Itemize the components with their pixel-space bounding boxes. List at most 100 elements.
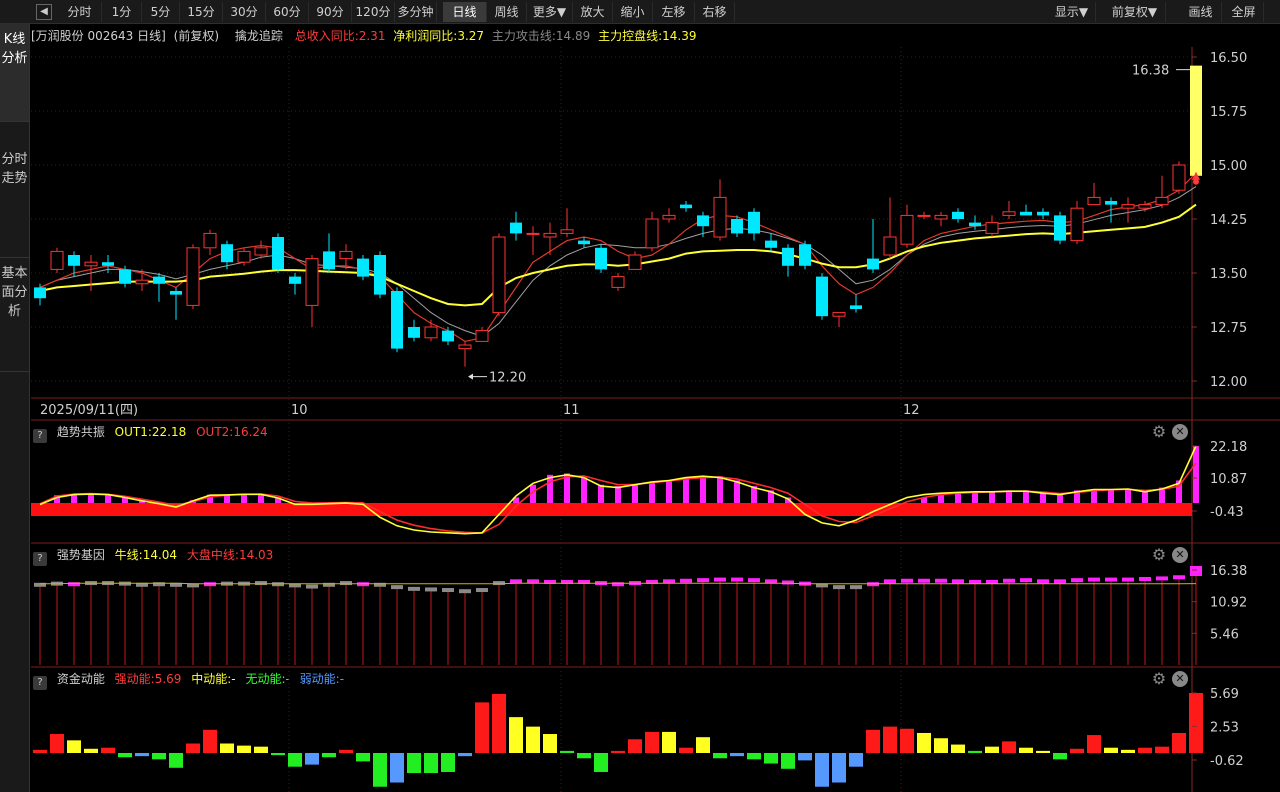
momentum-bar <box>1070 748 1084 753</box>
candle-body <box>424 326 438 339</box>
momentum-bar <box>730 753 744 757</box>
candle-body <box>595 247 607 270</box>
gene-bar <box>884 579 896 584</box>
trend-bar <box>717 476 723 503</box>
gene-bar <box>408 586 420 591</box>
gene-bar <box>306 584 318 589</box>
gene-bar <box>340 581 352 586</box>
candle-body <box>883 236 897 256</box>
low-marker-arrow <box>468 373 473 380</box>
momentum-tick-label: 5.69 <box>1210 687 1239 702</box>
momentum-bar <box>526 726 540 753</box>
candle-body <box>135 279 149 285</box>
momentum-bar <box>900 728 914 753</box>
trend-bar <box>734 480 740 503</box>
price-tick-label: 15.75 <box>1210 105 1247 120</box>
candle-body <box>1020 211 1032 216</box>
candle-body <box>628 254 642 270</box>
momentum-bar <box>713 753 727 759</box>
trend-bar <box>683 477 689 503</box>
momentum-bar <box>866 729 880 753</box>
momentum-bar <box>356 753 370 762</box>
trend-bar <box>105 494 111 503</box>
trend-bar <box>241 494 247 503</box>
candle-body <box>289 276 301 284</box>
momentum-bar <box>424 753 438 774</box>
candle-body <box>305 258 319 306</box>
gene-bar <box>748 578 760 583</box>
chart-canvas[interactable]: 16.50 15.75 15.00 14.25 13.50 12.75 12.00 2025/… <box>0 0 1280 792</box>
momentum-bar <box>917 732 931 753</box>
candle-body <box>934 214 948 220</box>
candle-body <box>170 291 182 295</box>
gene-bar <box>850 585 862 590</box>
candle-body <box>799 244 811 266</box>
momentum-bar <box>1121 749 1135 753</box>
trend-bar <box>1023 490 1029 503</box>
gene-bar <box>1020 578 1032 583</box>
momentum-bar <box>33 749 47 753</box>
candle-body <box>1105 201 1117 205</box>
candle-body <box>84 261 98 267</box>
gene-bar <box>1054 579 1066 584</box>
momentum-bar <box>203 729 217 753</box>
trend-bar <box>88 494 94 503</box>
gene-bar <box>1173 575 1185 580</box>
momentum-bar <box>849 753 863 767</box>
candle-body <box>408 327 420 338</box>
price-tick-label: 14.25 <box>1210 213 1247 228</box>
trend-bar <box>1193 446 1199 503</box>
candle-body <box>1138 204 1152 209</box>
gene-bar <box>952 579 964 584</box>
momentum-bar <box>254 746 268 753</box>
momentum-bar <box>152 753 166 760</box>
candle-body <box>969 222 981 227</box>
momentum-bar <box>305 753 319 765</box>
gene-bar <box>782 580 794 585</box>
candle-body <box>458 344 472 350</box>
trend-bar <box>598 484 604 503</box>
candle-body <box>560 229 574 234</box>
momentum-bar <box>543 734 557 753</box>
candle-body <box>697 215 709 227</box>
trend-bar <box>632 484 638 503</box>
momentum-bar <box>968 750 982 753</box>
zero-band <box>31 503 1192 516</box>
momentum-bar <box>390 753 404 783</box>
limit-up-bar <box>1190 65 1202 176</box>
gene-bar <box>1139 577 1151 582</box>
momentum-bar <box>288 753 302 767</box>
candle-body <box>662 214 676 220</box>
candle-body <box>1121 204 1135 209</box>
trend-tick-label: 10.87 <box>1210 472 1247 487</box>
gene-bar <box>1071 578 1083 583</box>
momentum-bar <box>101 747 115 753</box>
momentum-tick-label: 2.53 <box>1210 720 1239 735</box>
date-label: 2025/09/11(四) <box>40 403 138 418</box>
gene-bar <box>935 578 947 583</box>
gene-bar <box>918 578 930 583</box>
gene-bar <box>1190 566 1202 576</box>
momentum-bar <box>662 731 676 753</box>
momentum-bar <box>220 743 234 753</box>
candle-body <box>850 305 862 309</box>
momentum-bar <box>934 738 948 753</box>
momentum-bar <box>492 693 506 753</box>
momentum-bar <box>339 749 353 753</box>
candle-body <box>543 232 557 238</box>
gene-bar <box>459 589 471 594</box>
gene-bar <box>425 587 437 592</box>
momentum-bar <box>50 734 64 753</box>
candle-body <box>985 222 999 234</box>
momentum-bar <box>696 737 710 753</box>
momentum-bar <box>1155 746 1169 753</box>
candle-body <box>1155 196 1169 206</box>
gene-bar <box>1122 577 1134 582</box>
candle-body <box>1172 164 1186 191</box>
candle-body <box>526 232 540 235</box>
gene-bar <box>1088 577 1100 582</box>
momentum-bar <box>747 753 761 760</box>
momentum-bar <box>628 739 642 753</box>
momentum-bar <box>1019 747 1033 753</box>
candle-body <box>323 251 335 270</box>
